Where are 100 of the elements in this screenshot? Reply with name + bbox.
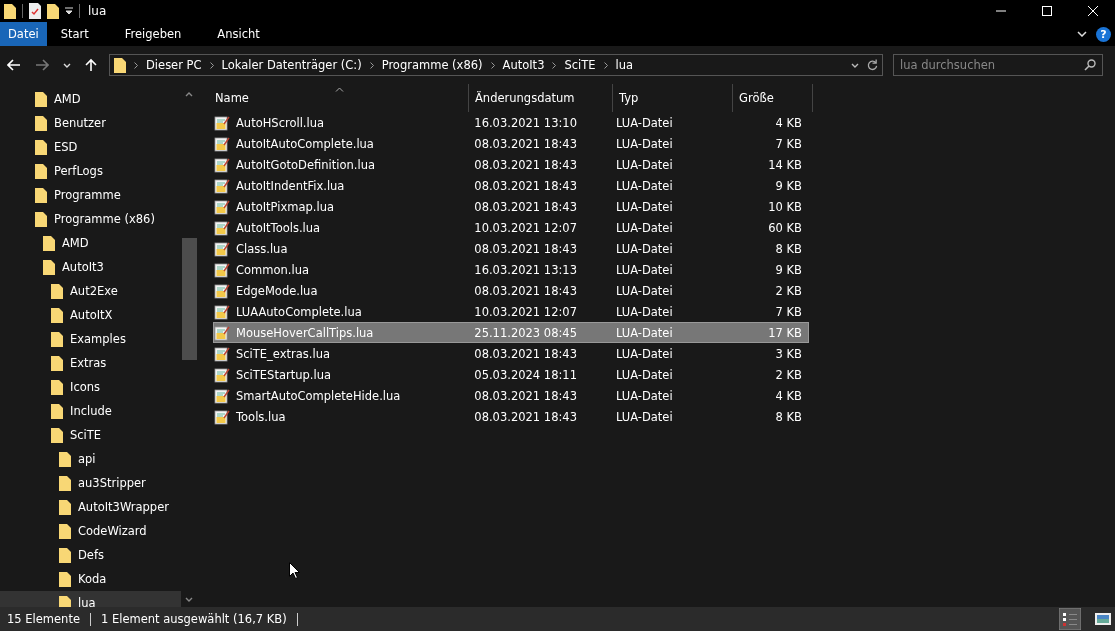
folder-tree-item[interactable]: AutoItX (0, 303, 181, 327)
search-icon (1084, 59, 1096, 71)
folder-tree-item[interactable]: Programme (x86) (0, 207, 181, 231)
chevron-right-icon[interactable] (369, 61, 374, 69)
back-arrow-icon[interactable] (7, 59, 21, 71)
folder-tree-item[interactable]: Examples (0, 327, 181, 351)
refresh-icon[interactable] (867, 59, 878, 71)
file-row[interactable]: Class.lua 08.03.2021 18:43 LUA-Datei 8 KB (213, 238, 809, 259)
breadcrumb[interactable]: lua (615, 58, 634, 72)
breadcrumb[interactable]: Programme (x86) (381, 58, 483, 72)
file-row[interactable]: Tools.lua 08.03.2021 18:43 LUA-Datei 8 KB (213, 406, 809, 427)
file-size: 10 KB (767, 199, 803, 214)
folder-tree-item[interactable]: ESD (0, 135, 181, 159)
folder-tree-item[interactable]: AutoIt3Wrapper (0, 495, 181, 519)
chevron-right-icon[interactable] (134, 61, 138, 69)
folder-icon (51, 331, 63, 347)
folder-tree-item[interactable]: Include (0, 399, 181, 423)
properties-icon[interactable] (29, 3, 41, 19)
folder-tree-item[interactable]: SciTE (0, 423, 181, 447)
file-size: 9 KB (774, 262, 803, 277)
file-row[interactable]: EdgeMode.lua 08.03.2021 18:43 LUA-Datei 2 KB (213, 280, 809, 301)
text-file-icon (214, 198, 230, 215)
breadcrumb[interactable]: AutoIt3 (502, 58, 545, 72)
forward-arrow-icon[interactable] (35, 59, 49, 71)
file-row[interactable]: SciTEStartup.lua 05.03.2024 18:11 LUA-Datei 2 KB (213, 364, 809, 385)
folder-tree-item[interactable]: AMD (0, 87, 181, 111)
ribbon-tab[interactable]: Freigeben (106, 22, 200, 46)
scrollbar-thumb[interactable] (181, 238, 197, 360)
file-row[interactable]: MouseHoverCallTips.lua 25.11.2023 08:45 LUA-Datei 17 KB (213, 322, 809, 343)
text-file-icon (214, 114, 230, 131)
help-button[interactable]: ? (1096, 26, 1111, 42)
maximize-icon[interactable] (1042, 6, 1052, 16)
folder-icon (51, 283, 63, 299)
folder-tree-item[interactable]: Icons (0, 375, 181, 399)
modified-date: 05.03.2024 18:11 (473, 367, 578, 382)
selection-info: 1 Element ausgewählt (16,7 KB) (101, 612, 287, 626)
address-bar[interactable]: Dieser PC Lokaler Datenträger (C:) Programme (x86) AutoIt3 SciTE lua (109, 54, 883, 76)
modified-date: 08.03.2021 18:43 (473, 199, 578, 214)
chevron-down-icon[interactable] (63, 62, 71, 68)
breadcrumb[interactable]: SciTE (564, 58, 596, 72)
folder-tree-item[interactable]: Extras (0, 351, 181, 375)
file-row[interactable]: AutoItAutoComplete.lua 08.03.2021 18:43 LUA-Datei 7 KB (213, 133, 809, 154)
column-header[interactable]: Name (213, 84, 469, 112)
close-icon[interactable] (1088, 6, 1098, 16)
file-row[interactable]: AutoItTools.lua 10.03.2021 12:07 LUA-Datei 60 KB (213, 217, 809, 238)
breadcrumb[interactable]: Lokaler Datenträger (C:) (221, 58, 362, 72)
ribbon-tab[interactable]: Datei (0, 22, 47, 46)
file-row[interactable]: AutoItPixmap.lua 08.03.2021 18:43 LUA-Datei 10 KB (213, 196, 809, 217)
large-icons-view-icon[interactable] (1095, 613, 1111, 625)
folder-tree-item[interactable]: AMD (0, 231, 181, 255)
file-row[interactable]: AutoHScroll.lua 16.03.2021 13:10 LUA-Datei 4 KB (213, 112, 809, 133)
file-row[interactable]: Common.lua 16.03.2021 13:13 LUA-Datei 9 KB (213, 259, 809, 280)
text-file-icon (214, 240, 230, 257)
folder-tree-item[interactable]: PerfLogs (0, 159, 181, 183)
file-name: Class.lua (236, 241, 288, 256)
folder-tree-item[interactable]: api (0, 447, 181, 471)
chevron-right-icon[interactable] (552, 61, 557, 69)
modified-date: 25.11.2023 08:45 (473, 325, 578, 340)
file-name: AutoItTools.lua (236, 220, 321, 235)
folder-tree-item[interactable]: CodeWizard (0, 519, 181, 543)
folder-tree-item[interactable]: Aut2Exe (0, 279, 181, 303)
item-count: 15 Elemente (7, 612, 80, 626)
folder-tree-item[interactable]: Koda (0, 567, 181, 591)
modified-date: 16.03.2021 13:10 (473, 115, 578, 130)
column-header[interactable]: Größe (733, 84, 813, 112)
folder-tree-item[interactable]: Defs (0, 543, 181, 567)
chevron-down-icon[interactable] (1077, 31, 1087, 37)
chevron-down-icon[interactable] (851, 62, 859, 68)
column-header[interactable]: Typ (613, 84, 733, 112)
folder-icon (59, 499, 71, 515)
modified-date: 08.03.2021 18:43 (473, 157, 578, 172)
folder-tree-item[interactable]: au3Stripper (0, 471, 181, 495)
new-folder-icon[interactable] (47, 3, 59, 19)
file-row[interactable]: SmartAutoCompleteHide.lua 08.03.2021 18:43 LUA-Datei 4 KB (213, 385, 809, 406)
chevron-right-icon[interactable] (603, 61, 608, 69)
details-view-icon[interactable] (1059, 608, 1081, 630)
up-arrow-icon[interactable] (85, 58, 97, 72)
search-field[interactable]: lua durchsuchen (893, 54, 1103, 76)
file-row[interactable]: SciTE_extras.lua 08.03.2021 18:43 LUA-Datei 3 KB (213, 343, 809, 364)
folder-tree-item[interactable]: lua (0, 591, 181, 607)
chevron-right-icon[interactable] (209, 61, 214, 69)
scroll-down-icon[interactable] (185, 597, 193, 602)
breadcrumb[interactable]: Dieser PC (146, 58, 202, 72)
folder-tree-item[interactable]: AutoIt3 (0, 255, 181, 279)
chevron-right-icon[interactable] (490, 61, 495, 69)
file-row[interactable]: LUAAutoComplete.lua 10.03.2021 12:07 LUA-Datei 7 KB (213, 301, 809, 322)
dropdown-icon[interactable] (65, 7, 73, 15)
text-file-icon (214, 282, 230, 299)
folder-tree-item[interactable]: Benutzer (0, 111, 181, 135)
ribbon-tab[interactable]: Start (46, 22, 107, 46)
file-size: 8 KB (774, 241, 803, 256)
text-file-icon (214, 156, 230, 173)
folder-icon[interactable] (4, 3, 16, 19)
ribbon-tab[interactable]: Ansicht (199, 22, 278, 46)
file-row[interactable]: AutoItIndentFix.lua 08.03.2021 18:43 LUA-Datei 9 KB (213, 175, 809, 196)
file-name: EdgeMode.lua (236, 283, 318, 298)
folder-tree-item[interactable]: Programme (0, 183, 181, 207)
file-row[interactable]: AutoItGotoDefinition.lua 08.03.2021 18:43 LUA-Datei 14 KB (213, 154, 809, 175)
column-header[interactable]: Änderungsdatum (469, 84, 613, 112)
scroll-up-icon[interactable] (185, 92, 193, 97)
